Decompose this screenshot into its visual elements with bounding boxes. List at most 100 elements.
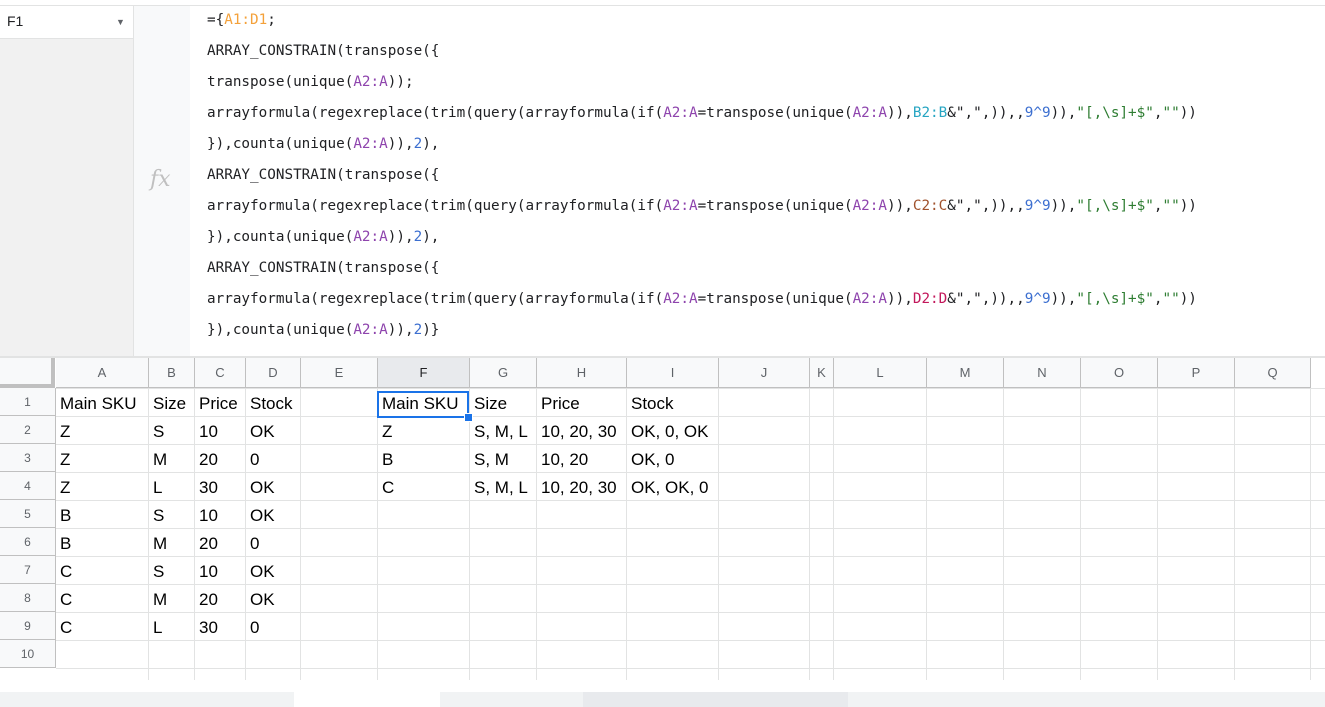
cell-c2[interactable]: 10 [199,418,218,446]
cell-a7[interactable]: C [60,558,72,586]
column-header-l[interactable]: L [834,358,927,388]
cell-a2[interactable]: Z [60,418,70,446]
column-header-d[interactable]: D [246,358,301,388]
formula-token-range: A2:A [852,291,888,307]
column-header-g[interactable]: G [470,358,537,388]
column-header-f[interactable]: F [378,358,470,388]
formula-token-range: D2:D [912,291,948,307]
name-box-value[interactable]: F1 [7,13,23,29]
cell-h3[interactable]: 10, 20 [541,446,588,474]
cell-b1[interactable]: Size [153,390,186,418]
cell-g1[interactable]: Size [474,390,507,418]
cell-a6[interactable]: B [60,530,71,558]
cell-a4[interactable]: Z [60,474,70,502]
formula-token: ={ [207,12,225,28]
cell-i4[interactable]: OK, OK, 0 [631,474,708,502]
cell-g4[interactable]: S, M, L [474,474,528,502]
cell-b6[interactable]: M [153,530,167,558]
cell-c1[interactable]: Price [199,390,238,418]
row-header-6[interactable]: 6 [0,528,56,556]
cell-i2[interactable]: OK, 0, OK [631,418,708,446]
cell-b8[interactable]: M [153,586,167,614]
column-header-j[interactable]: J [719,358,810,388]
name-box[interactable]: F1 ▼ [0,6,133,39]
column-header-p[interactable]: P [1158,358,1235,388]
cell-b9[interactable]: L [153,614,162,642]
column-header-q[interactable]: Q [1235,358,1311,388]
column-header-n[interactable]: N [1004,358,1081,388]
cell-d6[interactable]: 0 [250,530,259,558]
cell-b2[interactable]: S [153,418,164,446]
cell-b4[interactable]: L [153,474,162,502]
row-header-5[interactable]: 5 [0,500,56,528]
cell-d5[interactable]: OK [250,502,275,530]
cell-h4[interactable]: 10, 20, 30 [541,474,617,502]
column-header-k[interactable]: K [810,358,834,388]
cell-f3[interactable]: B [382,446,393,474]
column-header-b[interactable]: B [149,358,195,388]
column-header-c[interactable]: C [195,358,246,388]
horizontal-scrollbar[interactable] [583,692,848,707]
formula-token: )), [1050,198,1077,214]
cell-a1[interactable]: Main SKU [60,390,137,418]
cell-d1[interactable]: Stock [250,390,293,418]
cell-c7[interactable]: 10 [199,558,218,586]
cell-c8[interactable]: 20 [199,586,218,614]
cell-a9[interactable]: C [60,614,72,642]
cell-i3[interactable]: OK, 0 [631,446,674,474]
cell-h1[interactable]: Price [541,390,580,418]
cell-d7[interactable]: OK [250,558,275,586]
column-header-e[interactable]: E [301,358,378,388]
fill-handle[interactable] [464,413,473,422]
column-gridline [1234,388,1235,680]
row-header-10[interactable]: 10 [0,640,56,668]
cell-b5[interactable]: S [153,502,164,530]
row-header-1[interactable]: 1 [0,388,56,416]
cell-d9[interactable]: 0 [250,614,259,642]
chevron-down-icon[interactable]: ▼ [116,17,125,27]
row-header-4[interactable]: 4 [0,472,56,500]
row-header-3[interactable]: 3 [0,444,56,472]
cell-c5[interactable]: 10 [199,502,218,530]
active-cell-selection[interactable] [377,391,469,418]
cell-a8[interactable]: C [60,586,72,614]
formula-token: ARRAY_CONSTRAIN(transpose({ [207,43,440,59]
sheet-tab[interactable] [294,692,440,707]
formula-token: arrayformula(regexreplace(trim(query(arr… [207,105,664,121]
cell-d2[interactable]: OK [250,418,275,446]
cell-c4[interactable]: 30 [199,474,218,502]
formula-token-range: A2:A [663,291,698,307]
cell-g2[interactable]: S, M, L [474,418,528,446]
column-header-a[interactable]: A [56,358,149,388]
row-header-2[interactable]: 2 [0,416,56,444]
row-header-9[interactable]: 9 [0,612,56,640]
cell-d4[interactable]: OK [250,474,275,502]
cell-c6[interactable]: 20 [199,530,218,558]
cell-f2[interactable]: Z [382,418,392,446]
row-header-7[interactable]: 7 [0,556,56,584]
column-gridline [245,388,246,680]
cell-g3[interactable]: S, M [474,446,509,474]
formula-token-range: A2:A [852,105,888,121]
cell-a5[interactable]: B [60,502,71,530]
select-all-corner[interactable] [0,358,55,388]
cell-d3[interactable]: 0 [250,446,259,474]
cell-b7[interactable]: S [153,558,164,586]
cell-c3[interactable]: 20 [199,446,218,474]
cell-d8[interactable]: OK [250,586,275,614]
column-header-i[interactable]: I [627,358,719,388]
cell-i1[interactable]: Stock [631,390,674,418]
formula-token: )) [1179,291,1197,307]
name-box-panel [0,39,133,357]
cell-a3[interactable]: Z [60,446,70,474]
formula-token-range: 9^9 [1024,198,1051,214]
formula-input[interactable]: ={A1:D1; ARRAY_CONSTRAIN(transpose({trans… [207,9,1197,350]
column-header-h[interactable]: H [537,358,627,388]
cell-f4[interactable]: C [382,474,394,502]
column-header-m[interactable]: M [927,358,1004,388]
row-header-8[interactable]: 8 [0,584,56,612]
cell-b3[interactable]: M [153,446,167,474]
column-header-o[interactable]: O [1081,358,1158,388]
cell-c9[interactable]: 30 [199,614,218,642]
cell-h2[interactable]: 10, 20, 30 [541,418,617,446]
